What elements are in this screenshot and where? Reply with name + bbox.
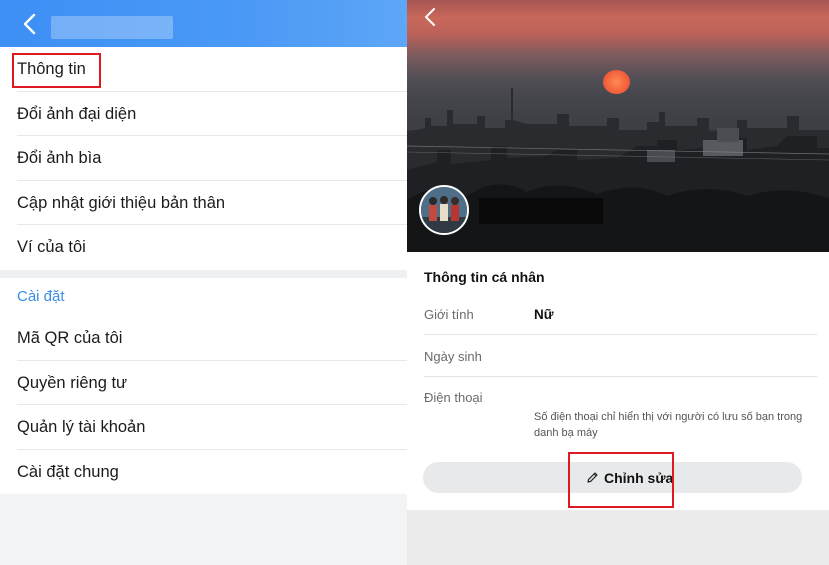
- section-title: Cài đặt: [17, 288, 65, 305]
- menu-item-privacy[interactable]: Quyền riêng tư: [0, 361, 407, 405]
- section-gap: [0, 270, 407, 278]
- personal-info-card: Thông tin cá nhân Giới tính Nữ Ngày sinh…: [407, 252, 829, 510]
- top-bar: [0, 0, 407, 47]
- cover-photo[interactable]: [407, 0, 829, 252]
- left-panel: Thông tin Đổi ảnh đại diện Đổi ảnh bìa C…: [0, 0, 407, 565]
- chevron-left-icon[interactable]: [421, 6, 441, 28]
- menu-item-update-bio[interactable]: Cập nhật giới thiệu bản thân: [0, 181, 407, 225]
- menu-item-label: Mã QR của tôi: [17, 329, 123, 347]
- menu-item-label: Đổi ảnh bìa: [17, 149, 102, 167]
- profile-name-redacted: [51, 16, 173, 39]
- phone-label: Điện thoại: [424, 390, 483, 405]
- right-panel: Thông tin cá nhân Giới tính Nữ Ngày sinh…: [407, 0, 829, 565]
- city-skyline: [407, 88, 829, 252]
- settings-section-header: Cài đặt: [0, 278, 407, 316]
- menu-item-general-settings[interactable]: Cài đặt chung: [0, 450, 407, 495]
- menu-item-label: Ví của tôi: [17, 238, 86, 256]
- gender-value: Nữ: [534, 307, 554, 322]
- menu-item-label: Quản lý tài khoản: [17, 418, 146, 436]
- birthday-label: Ngày sinh: [424, 349, 482, 364]
- menu-item-label: Đổi ảnh đại diện: [17, 104, 137, 123]
- menu-item-label: Quyền riêng tư: [17, 373, 128, 392]
- highlight-box-edit: [568, 452, 674, 508]
- menu-item-wallet[interactable]: Ví của tôi: [0, 225, 407, 270]
- menu-item-change-cover[interactable]: Đổi ảnh bìa: [0, 136, 407, 181]
- menu-item-qr-code[interactable]: Mã QR của tôi: [0, 316, 407, 361]
- avatar[interactable]: [419, 185, 469, 235]
- divider: [424, 334, 817, 335]
- display-name-redacted: [479, 198, 603, 224]
- menu-item-label: Cập nhật giới thiệu bản thân: [17, 193, 226, 212]
- chevron-left-icon[interactable]: [18, 10, 44, 38]
- settings-menu: Cài đặt Mã QR của tôi Quyền riêng tư Quả…: [0, 278, 407, 494]
- gender-label: Giới tính: [424, 307, 474, 322]
- menu-item-change-avatar[interactable]: Đổi ảnh đại diện: [0, 92, 407, 136]
- menu-item-label: Cài đặt chung: [17, 462, 119, 481]
- divider: [424, 376, 817, 377]
- menu-item-account-management[interactable]: Quản lý tài khoản: [0, 405, 407, 450]
- phone-visibility-note: Số điện thoại chỉ hiển thị với người có …: [534, 411, 803, 439]
- section-title: Thông tin cá nhân: [424, 269, 545, 285]
- empty-area: [407, 510, 829, 565]
- highlight-box-info: [12, 53, 101, 88]
